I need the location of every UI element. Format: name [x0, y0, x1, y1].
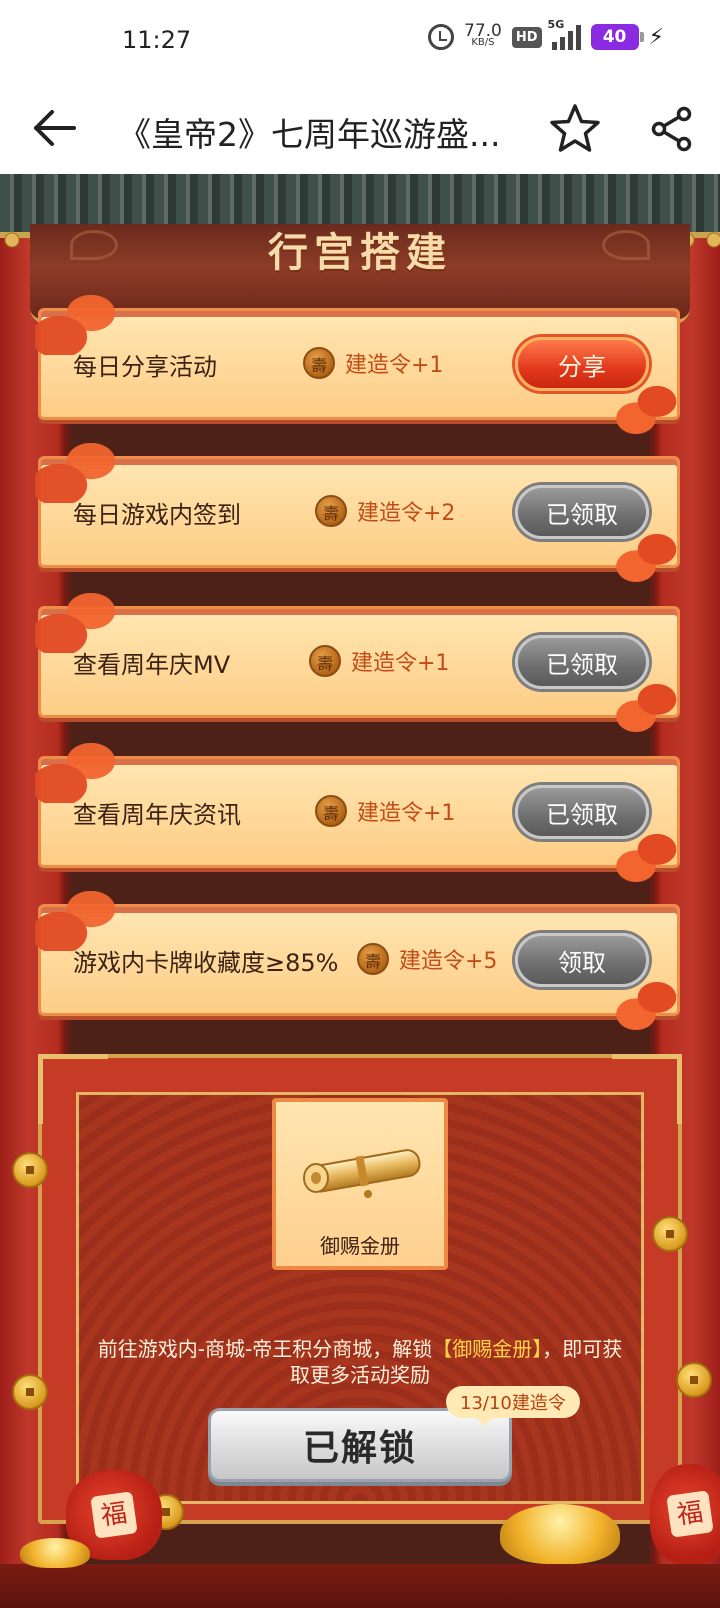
net-speed-value: 77.0: [464, 21, 502, 41]
task-reward: 建造令+2: [315, 495, 455, 527]
page-title: 《皇帝2》七周年巡游盛...: [118, 115, 501, 154]
task-reward-text: 建造令+1: [345, 353, 444, 378]
unlock-desc-prefix: 前往游戏内-商城-帝王积分商城，解锁: [97, 1337, 433, 1361]
task-reward: 建造令+5: [357, 943, 497, 975]
gold-coin-icon: [12, 1152, 48, 1188]
floor-decoration: [0, 1564, 720, 1608]
battery-icon: 40: [590, 24, 644, 50]
share-button[interactable]: 分享: [515, 337, 649, 391]
task-card: 每日分享活动 建造令+1 分享: [35, 295, 685, 435]
charging-icon: ⚡: [648, 24, 664, 50]
gold-ingot-icon: [500, 1504, 620, 1564]
corner-ornament: [612, 1054, 682, 1124]
task-name: 游戏内卡牌收藏度≥85%: [73, 949, 339, 977]
fortune-bag-icon: [650, 1464, 720, 1564]
status-time: 11:27: [122, 26, 192, 54]
signal-icon: 5G: [548, 18, 581, 50]
task-reward-text: 建造令+1: [351, 651, 450, 676]
task-card: 每日游戏内签到 建造令+2 已领取: [35, 443, 685, 583]
share-icon[interactable]: [650, 106, 694, 152]
task-name: 每日分享活动: [73, 353, 217, 381]
build-token-coin-icon: [357, 943, 389, 975]
claimed-button[interactable]: 已领取: [515, 785, 649, 839]
task-name: 每日游戏内签到: [73, 501, 241, 529]
task-card: 查看周年庆MV 建造令+1 已领取: [35, 593, 685, 733]
claimed-button[interactable]: 已领取: [515, 485, 649, 539]
corner-ornament: [38, 1054, 108, 1124]
back-arrow-icon[interactable]: [30, 104, 80, 152]
hd-icon: HD: [511, 26, 542, 48]
claim-button[interactable]: 领取: [515, 933, 649, 987]
task-card: 游戏内卡牌收藏度≥85% 建造令+5 领取: [35, 891, 685, 1031]
build-token-coin-icon: [315, 495, 347, 527]
build-token-coin-icon: [303, 347, 335, 379]
net-speed-indicator: 77.0 KB/S: [464, 21, 502, 49]
unlock-desc-highlight: 【御赐金册】: [432, 1337, 543, 1361]
scroll-icon: [303, 1149, 421, 1198]
unlocked-button[interactable]: 已解锁: [208, 1408, 512, 1482]
gold-coin-icon: [12, 1374, 48, 1410]
network-type-label: 5G: [547, 18, 565, 31]
event-stage: 行宫搭建 每日分享活动 建造令+1 分享 每日游戏内签到 建造令+2 已领取 查…: [0, 174, 720, 1608]
imperial-book-item-card: 御赐金册: [272, 1098, 448, 1270]
star-icon[interactable]: [548, 102, 602, 156]
gold-ingot-icon: [20, 1538, 90, 1568]
section-title: 行宫搭建: [268, 229, 452, 276]
build-token-progress-badge: 13/10建造令: [446, 1386, 580, 1426]
task-name: 查看周年庆资讯: [73, 801, 241, 829]
status-icons: 77.0 KB/S HD 5G 40 ⚡: [428, 18, 664, 50]
task-reward: 建造令+1: [309, 645, 449, 677]
item-name: 御赐金册: [320, 1234, 400, 1258]
status-bar: 11:27 77.0 KB/S HD 5G 40 ⚡: [0, 0, 720, 82]
task-card: 查看周年庆资讯 建造令+1 已领取: [35, 743, 685, 883]
task-reward-text: 建造令+1: [357, 801, 456, 826]
task-reward: 建造令+1: [303, 347, 443, 379]
gold-coin-icon: [676, 1362, 712, 1398]
unlock-description: 前往游戏内-商城-帝王积分商城，解锁【御赐金册】，即可获取更多活动奖励: [96, 1336, 624, 1388]
build-token-coin-icon: [315, 795, 347, 827]
task-reward-text: 建造令+2: [357, 501, 456, 526]
claimed-button[interactable]: 已领取: [515, 635, 649, 689]
alarm-icon: [428, 24, 455, 50]
build-token-coin-icon: [309, 645, 341, 677]
app-header: 《皇帝2》七周年巡游盛...: [0, 82, 720, 174]
gold-coin-icon: [652, 1216, 688, 1252]
task-name: 查看周年庆MV: [73, 651, 231, 679]
task-reward-text: 建造令+5: [399, 949, 498, 974]
task-reward: 建造令+1: [315, 795, 455, 827]
